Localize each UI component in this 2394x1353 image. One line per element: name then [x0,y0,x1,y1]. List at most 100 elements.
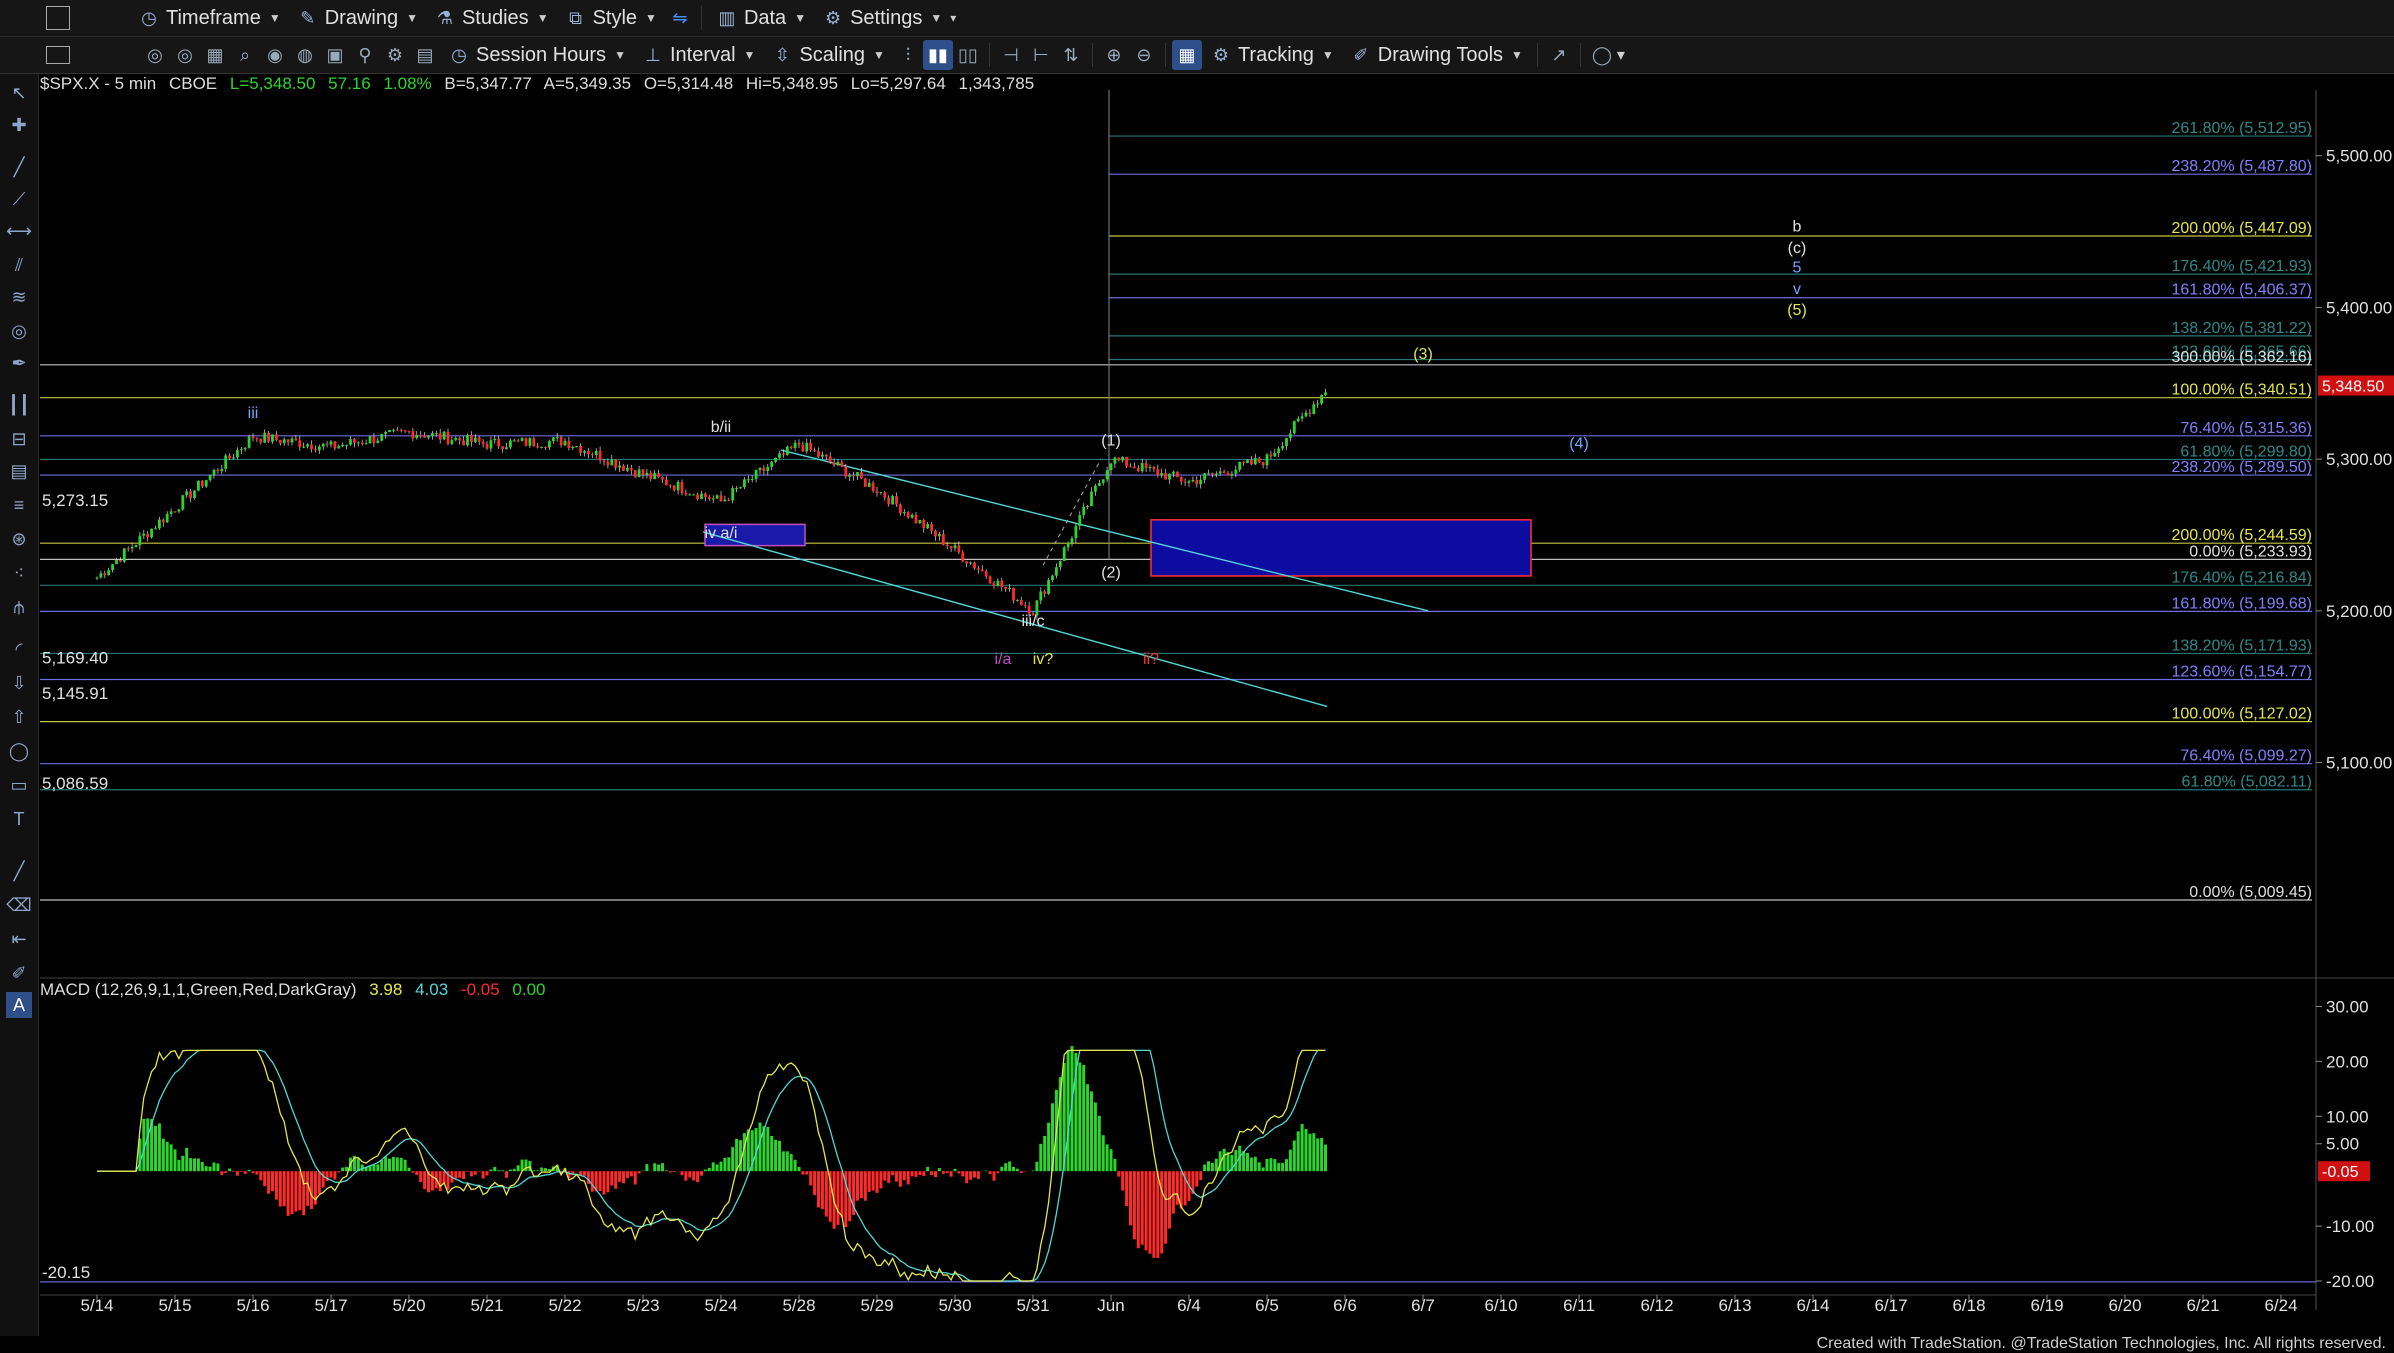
candle-body [438,433,442,440]
table-icon[interactable]: ▤ [6,458,32,484]
shift-right-icon[interactable]: ⊢ [1026,40,1056,70]
window-icon[interactable] [46,46,70,64]
levels-icon[interactable]: ⊟ [6,426,32,452]
link-icon[interactable]: ⇋ [665,3,695,33]
macd-histogram-bar [547,1169,551,1172]
text-icon[interactable]: T [6,806,32,832]
time-tick-label: 5/21 [470,1296,503,1315]
candle-body [895,496,898,505]
macd-histogram-bar [317,1171,321,1194]
candle-body [1183,481,1187,483]
reload-icon[interactable]: ◎ [170,40,200,70]
candle-body [1304,412,1308,417]
data-menu[interactable]: ▥ Data ▼ [708,3,814,33]
left-price-label: 5,169.40 [42,648,108,667]
macd-histogram-bar [395,1157,399,1172]
drawing-menu[interactable]: ✎ Drawing ▼ [289,3,426,33]
macd-histogram-bar [1039,1143,1043,1172]
arrow-up-icon[interactable]: ⇧ [6,704,32,730]
arrow-down-icon[interactable]: ⇩ [6,670,32,696]
candle-body [1012,587,1015,601]
screen-icon[interactable]: ▤ [410,40,440,70]
style-icon: ⧉ [569,7,582,28]
pitchfork-icon[interactable]: ⫛ [6,594,32,620]
pointer-icon[interactable]: ↖ [6,80,32,106]
macd-histogram-bar [762,1126,766,1172]
camera-icon[interactable]: ◍ [290,40,320,70]
text-box-icon[interactable]: A [6,992,32,1018]
candle-chart-icon[interactable]: ▮▮ [922,40,953,70]
candle-body [1195,479,1199,485]
zoom-out-icon[interactable]: ⊖ [1129,40,1159,70]
candle-body [173,511,177,513]
trendline-icon[interactable]: ╱ [6,154,32,180]
shift-left-icon[interactable]: ⊣ [996,40,1026,70]
candle-body [259,438,263,443]
bar-chart-icon[interactable]: ⫶ [893,40,923,70]
ray-icon[interactable]: ⟋ [6,186,32,212]
cycle-icon[interactable]: ◎ [6,318,32,344]
target-icon[interactable]: ◉ [260,40,290,70]
fib-level-label: 300.00% (5,362.16) [2171,349,2312,366]
arc-icon[interactable]: ◜ [6,636,32,662]
macd-value: 3.98 [369,980,403,999]
macd-histogram-bar [976,1171,980,1179]
brush-icon[interactable]: ✐ [6,960,32,986]
pen-icon[interactable]: ✒ [6,350,32,376]
calendar-icon[interactable]: ▦ [200,40,230,70]
measure-icon[interactable]: ⟷ [6,218,32,244]
search-icon[interactable]: ⚲ [350,40,380,70]
grid-icon[interactable]: ▦ [1171,40,1202,70]
session-hours-menu[interactable]: ◷ Session Hours ▼ [440,40,634,70]
zoom-data-icon[interactable]: ⌕ [230,40,260,70]
more-icon[interactable]: ▾ [950,11,956,25]
hollow-candle-icon[interactable]: ▯▯ [953,40,983,70]
candle-body [204,480,208,487]
candle-body [1312,404,1316,414]
macd-histogram-bar [208,1166,212,1172]
rectangle-icon[interactable]: ▭ [6,772,32,798]
line-icon[interactable]: ╱ [6,858,32,884]
zoom-in-icon[interactable]: ⊕ [1099,40,1129,70]
candle-body [458,438,462,441]
window-icon[interactable] [46,6,70,30]
more-icon[interactable]: ▾ [1617,45,1625,65]
fib-icon[interactable]: ≋ [6,284,32,310]
tracking-menu[interactable]: ⚙ Tracking ▼ [1202,40,1342,70]
macd-histogram-bar [696,1171,700,1183]
interval-label: Interval [669,43,736,66]
interval-menu[interactable]: ⊥ Interval ▼ [634,40,763,70]
candle-body [505,447,508,450]
crosshair-icon[interactable]: ✚ [6,112,32,138]
candle-body [1086,506,1089,508]
lines-icon[interactable]: ≡ [6,492,32,518]
candle-body [1191,479,1195,482]
alert-icon[interactable]: ⚙ [380,40,410,70]
last-price: L=5,348.50 [229,74,316,93]
select-icon[interactable]: ⇤ [6,926,32,952]
bars-icon[interactable]: ┃┃ [6,392,32,418]
ellipse-icon[interactable]: ◯ [6,738,32,764]
studies-menu[interactable]: ⚗ Studies ▼ [426,3,557,33]
price-chart[interactable]: 5,100.00 5,200.00 5,300.00 5,400.00 5,500.00… [0,0,2394,1353]
settings-menu[interactable]: ⚙ Settings ▼ ▾ [814,3,964,33]
link-chart-icon[interactable]: ⇅ [1056,40,1086,70]
export-icon[interactable]: ↗ [1544,40,1574,70]
candle-body [364,443,368,445]
candle-body [844,466,848,477]
refresh-icon[interactable]: ◎ [140,40,170,70]
candle-body [158,519,161,529]
gann-icon[interactable]: ⊛ [6,526,32,552]
style-menu[interactable]: ⧉ Style ▼ [557,3,665,33]
timeframe-menu[interactable]: ◷ Timeframe ▼ [130,3,289,33]
candle-body [614,459,618,468]
candle-body [165,513,169,523]
scaling-menu[interactable]: ⇳ Scaling ▼ [763,40,893,70]
macd-histogram-bar [797,1166,801,1172]
eraser-icon[interactable]: ⌫ [6,892,32,918]
dots-icon[interactable]: ⁖ [6,560,32,586]
drawing-tools-menu[interactable]: ✐ Drawing Tools ▼ [1342,40,1531,70]
chat-icon[interactable]: ◯ [1587,40,1617,70]
save-icon[interactable]: ▣ [320,40,350,70]
channel-icon[interactable]: ⫽ [6,252,32,278]
